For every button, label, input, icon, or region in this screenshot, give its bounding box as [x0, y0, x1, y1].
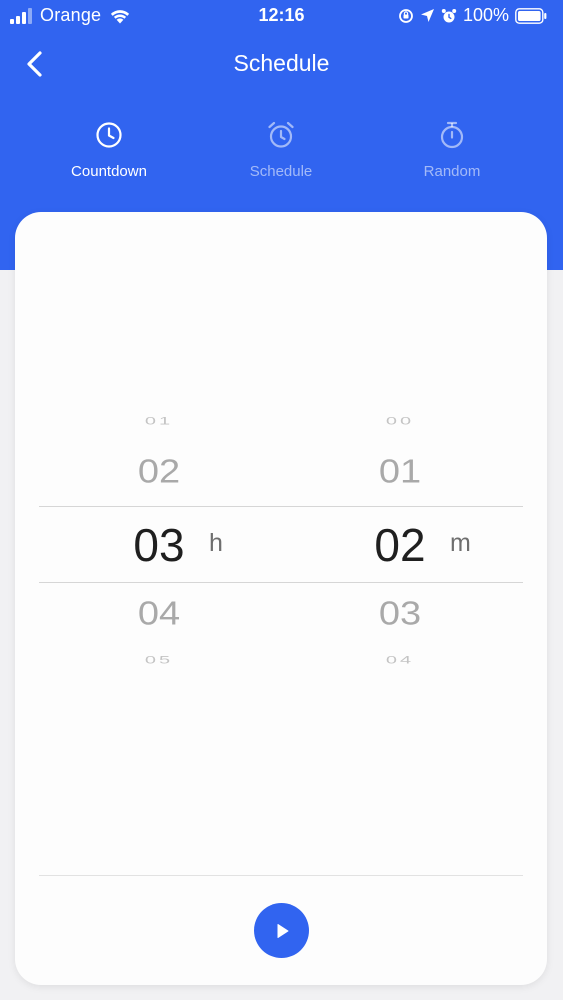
play-icon [277, 923, 288, 938]
minutes-selected[interactable]: 02 [350, 518, 450, 572]
hours-unit: h [209, 529, 223, 557]
battery-icon [515, 7, 547, 24]
minutes-picker[interactable]: 00 01 02 03 04 [350, 212, 450, 985]
rotation-lock-icon [399, 8, 413, 23]
hours-picker[interactable]: 01 02 03 04 05 [109, 212, 209, 985]
minutes-option[interactable]: 00 [350, 415, 450, 428]
minutes-option[interactable]: 01 [350, 454, 450, 492]
battery-percent: 100% [462, 5, 509, 25]
tab-countdown[interactable]: Countdown [29, 120, 189, 192]
stopwatch-icon [440, 121, 464, 149]
hours-option[interactable]: 04 [109, 596, 209, 634]
page-title: Schedule [233, 50, 330, 76]
hours-option[interactable]: 05 [109, 654, 209, 667]
tab-random[interactable]: Random [372, 120, 532, 192]
start-countdown-button[interactable] [254, 903, 309, 958]
hours-option[interactable]: 02 [109, 454, 209, 492]
clock-icon [96, 122, 122, 148]
tab-schedule[interactable]: Schedule [201, 120, 361, 192]
hours-selected[interactable]: 03 [109, 518, 209, 572]
minutes-unit: m [450, 529, 471, 557]
alarm-clock-icon [268, 121, 294, 148]
divider [39, 875, 523, 876]
tab-random-label: Random [423, 163, 481, 180]
status-bar-right: 100% [398, 5, 553, 26]
tab-countdown-label: Countdown [71, 163, 147, 180]
hours-option[interactable]: 01 [109, 415, 209, 428]
tab-schedule-label: Schedule [249, 163, 313, 180]
minutes-option[interactable]: 04 [350, 654, 450, 667]
countdown-card: 01 02 03 04 05 h 00 01 02 03 04 m [15, 212, 547, 985]
minutes-option[interactable]: 03 [350, 596, 450, 634]
location-icon [420, 9, 434, 22]
status-bar: Orange 12:16 100% [0, 0, 563, 32]
alarm-icon [441, 8, 457, 22]
